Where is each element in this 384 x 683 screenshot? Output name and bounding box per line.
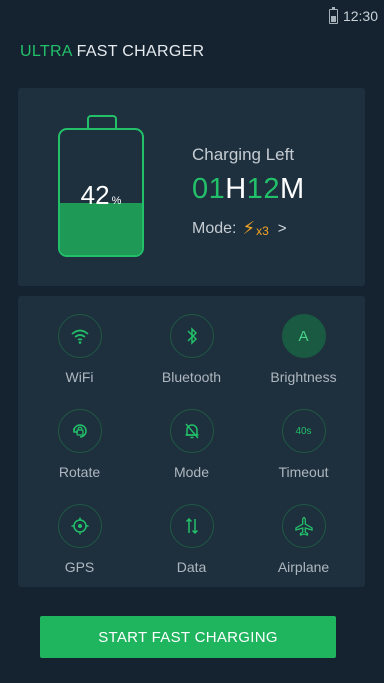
charging-hours-unit: H <box>225 173 247 205</box>
tile-bluetooth-label: Bluetooth <box>161 369 222 385</box>
tile-airplane[interactable]: Airplane <box>246 504 361 584</box>
tile-timeout[interactable]: 40s Timeout <box>246 409 361 489</box>
quick-settings-panel: WiFi Bluetooth A Brightness Rotate Mode … <box>18 296 365 587</box>
tile-bluetooth[interactable]: Bluetooth <box>134 314 249 394</box>
charging-left-label: Charging Left <box>192 145 295 164</box>
tile-rotate[interactable]: Rotate <box>22 409 137 489</box>
tile-airplane-label: Airplane <box>277 559 330 575</box>
status-time: 12:30 <box>342 8 378 24</box>
start-fast-charging-button[interactable]: START FAST CHARGING <box>40 616 336 658</box>
charging-minutes-unit: M <box>279 173 305 205</box>
chevron-right-icon: > <box>277 220 287 237</box>
app-title-accent: ULTRA <box>20 43 72 60</box>
data-icon <box>169 504 214 548</box>
battery-status-icon <box>328 6 338 24</box>
timeout-icon: 40s <box>281 409 326 453</box>
tile-wifi[interactable]: WiFi <box>22 314 137 394</box>
tile-data-label: Data <box>176 559 207 575</box>
tile-wifi-label: WiFi <box>65 369 94 385</box>
tile-mode-label: Mode <box>173 464 210 480</box>
mode-multiplier: x3 <box>256 224 269 238</box>
app-title-rest: FAST CHARGER <box>76 43 205 60</box>
battery-cap <box>87 115 117 128</box>
tile-brightness-label: Brightness <box>270 369 337 385</box>
charging-minutes: 12 <box>246 173 280 205</box>
lightning-icon: ⚡ <box>242 218 256 238</box>
tile-gps-label: GPS <box>64 559 95 575</box>
tile-data[interactable]: Data <box>134 504 249 584</box>
battery-level-value: 42 <box>80 180 110 210</box>
battery-level-unit: % <box>111 195 122 207</box>
rotate-icon <box>57 409 102 453</box>
tile-mode[interactable]: Mode <box>134 409 249 489</box>
battery-gauge: 42% <box>58 128 144 257</box>
mode-label: Mode: <box>192 219 237 237</box>
bluetooth-icon <box>169 314 214 358</box>
battery-card: 42% Charging Left 01H12M Mode: ⚡ x3 > <box>18 88 365 286</box>
tile-timeout-label: Timeout <box>278 464 329 480</box>
status-bar: 12:30 <box>0 0 384 32</box>
charge-info: Charging Left 01H12M Mode: ⚡ x3 > <box>192 145 305 239</box>
tile-rotate-label: Rotate <box>58 464 101 480</box>
app-title: ULTRA FAST CHARGER <box>20 43 204 61</box>
mode-selector[interactable]: Mode: ⚡ x3 > <box>192 218 305 239</box>
timeout-icon-text: 40s <box>295 425 312 437</box>
tile-brightness[interactable]: A Brightness <box>246 314 361 394</box>
battery-level: 42% <box>60 182 142 214</box>
bell-mute-icon <box>169 409 214 453</box>
gps-icon <box>57 504 102 548</box>
airplane-icon <box>281 504 326 548</box>
brightness-icon: A <box>281 314 326 358</box>
charging-hours: 01 <box>192 173 226 205</box>
charging-time: 01H12M <box>192 174 305 204</box>
tile-gps[interactable]: GPS <box>22 504 137 584</box>
wifi-icon <box>57 314 102 358</box>
brightness-icon-text: A <box>298 327 309 345</box>
